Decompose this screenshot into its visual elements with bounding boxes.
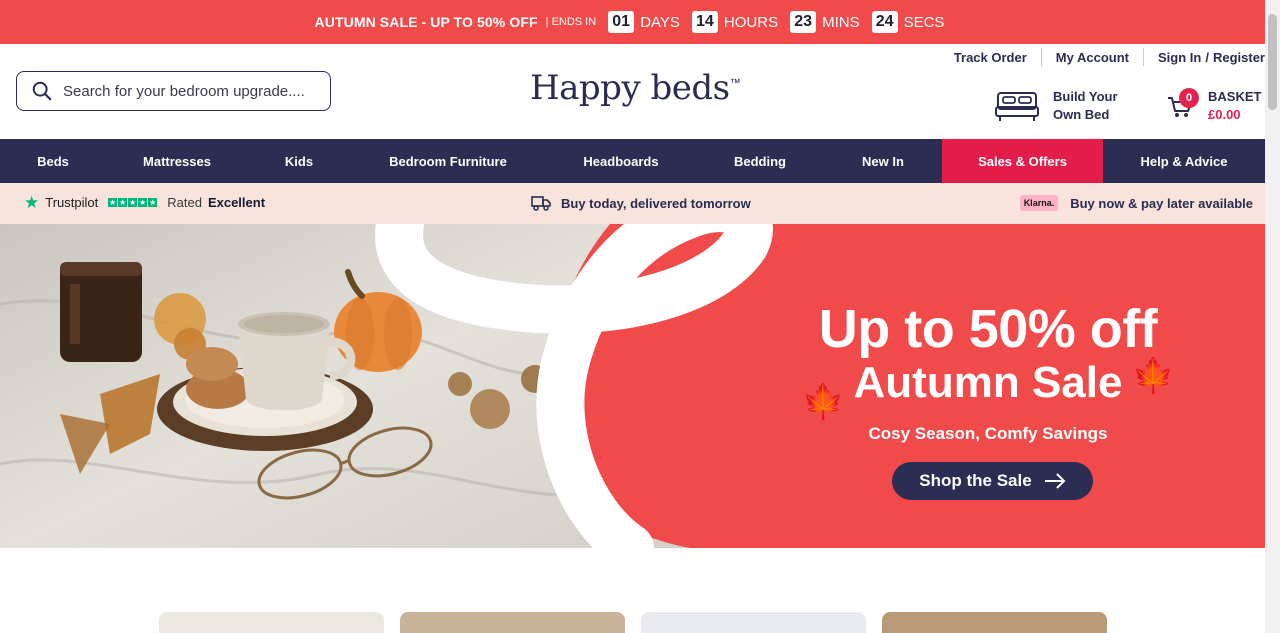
countdown-days-unit: DAYS	[640, 13, 680, 31]
nav-item-mattresses[interactable]: Mattresses	[106, 139, 248, 183]
nav-item-help-advice[interactable]: Help & Advice	[1103, 139, 1265, 183]
basket-count-badge: 0	[1179, 88, 1199, 108]
search-box[interactable]	[16, 71, 331, 111]
basket-summary: BASKET £0.00	[1208, 88, 1261, 124]
arrow-right-icon	[1044, 473, 1066, 489]
hero-banner[interactable]: Up to 50% off Autumn Sale 🍁 🍁 Cosy Seaso…	[0, 224, 1265, 548]
klarna-usp: Klarna. Buy now & pay later available	[1019, 195, 1253, 211]
hero-subheadline: Autumn Sale	[853, 358, 1123, 407]
countdown-secs-value: 24	[871, 11, 898, 33]
basket-link[interactable]: 0 BASKET £0.00	[1166, 88, 1261, 124]
nav-item-headboards[interactable]: Headboards	[546, 139, 696, 183]
basket-icon: 0	[1166, 88, 1199, 120]
delivery-usp: Buy today, delivered tomorrow	[531, 195, 751, 211]
nav-item-beds[interactable]: Beds	[0, 139, 106, 183]
basket-label: BASKET	[1208, 89, 1262, 104]
nav-item-bedding[interactable]: Bedding	[696, 139, 824, 183]
category-card[interactable]	[882, 612, 1107, 633]
nav-item-sales-offers[interactable]: Sales & Offers	[942, 139, 1103, 183]
logo-text: Happy beds	[530, 68, 730, 108]
scrollbar-thumb[interactable]	[1268, 14, 1277, 110]
site-header: Happy beds™ Track Order My Account Sign …	[0, 44, 1265, 139]
trustpilot-rated: Rated	[167, 195, 202, 210]
sign-in-link[interactable]: Sign In	[1144, 50, 1201, 65]
logo-tm: ™	[729, 77, 741, 90]
category-card[interactable]	[641, 612, 866, 633]
slash-separator: /	[1205, 49, 1209, 65]
search-input[interactable]	[63, 82, 313, 100]
hero-headline: Up to 50% off	[818, 299, 1158, 359]
nav-item-new-in[interactable]: New In	[824, 139, 942, 183]
promo-sale-text[interactable]: AUTUMN SALE - UP TO 50% OFF	[315, 14, 538, 30]
trustpilot-star-icon: ★	[24, 192, 40, 212]
promo-bar[interactable]: AUTUMN SALE - UP TO 50% OFF | ENDS IN 01…	[0, 0, 1265, 44]
delivery-truck-icon	[531, 196, 551, 211]
trustpilot-name: Trustpilot	[45, 195, 99, 210]
category-cards	[159, 612, 1107, 633]
build-your-own-bed-link[interactable]: Build Your Own Bed	[995, 88, 1118, 124]
site-logo[interactable]: Happy beds™	[530, 68, 741, 108]
countdown-hours-unit: HOURS	[723, 13, 779, 31]
autumn-leaf-icon: 🍁	[1132, 357, 1175, 395]
autumn-leaf-icon: 🍁	[802, 383, 845, 421]
nav-item-kids[interactable]: Kids	[248, 139, 350, 183]
shop-the-sale-button[interactable]: Shop the Sale	[892, 462, 1093, 500]
category-card[interactable]	[159, 612, 384, 633]
page: AUTUMN SALE - UP TO 50% OFF | ENDS IN 01…	[0, 0, 1280, 633]
my-account-link[interactable]: My Account	[1042, 50, 1143, 65]
trustpilot-stars: ★ ★ ★ ★ ★	[108, 198, 158, 207]
delivery-text: Buy today, delivered tomorrow	[561, 195, 751, 211]
trustpilot-rating: Excellent	[207, 195, 266, 210]
klarna-logo: Klarna.	[1019, 195, 1059, 211]
register-link[interactable]: Register	[1213, 50, 1265, 65]
promo-ends-in: | ENDS IN	[545, 16, 597, 28]
klarna-text: Buy now & pay later available	[1070, 195, 1253, 211]
usp-bar: ★ Trustpilot ★ ★ ★ ★ ★ Rated Excellent Buy t…	[0, 183, 1265, 224]
bed-icon	[995, 92, 1039, 121]
track-order-link[interactable]: Track Order	[940, 50, 1041, 65]
category-card[interactable]	[400, 612, 625, 633]
countdown-mins-unit: MINS	[822, 13, 860, 31]
countdown-days-value: 01	[608, 11, 635, 33]
countdown-mins-value: 23	[790, 11, 817, 33]
hero-tagline: Cosy Season, Comfy Savings	[868, 424, 1108, 443]
basket-total: £0.00	[1208, 107, 1241, 122]
account-links: Track Order My Account Sign In / Registe…	[940, 48, 1265, 66]
trustpilot-widget[interactable]: ★ Trustpilot ★ ★ ★ ★ ★ Rated Excellent	[24, 192, 266, 212]
build-label: Build Your Own Bed	[1053, 89, 1118, 122]
main-nav: Beds Mattresses Kids Bedroom Furniture H…	[0, 139, 1265, 183]
shop-the-sale-label: Shop the Sale	[919, 471, 1032, 490]
countdown-secs-unit: SECS	[903, 13, 945, 31]
page-scrollbar[interactable]	[1265, 0, 1280, 633]
search-icon[interactable]	[31, 80, 53, 102]
nav-item-bedroom-furniture[interactable]: Bedroom Furniture	[350, 139, 546, 183]
countdown-hours-value: 14	[691, 11, 718, 33]
